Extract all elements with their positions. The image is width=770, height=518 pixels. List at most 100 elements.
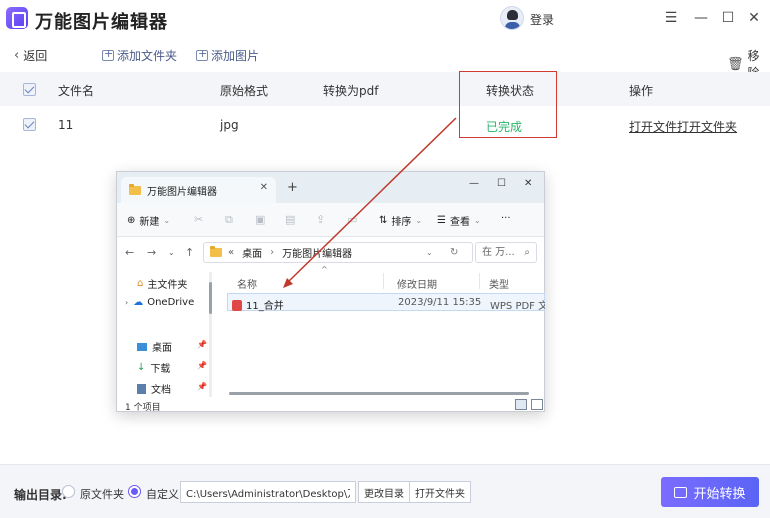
copy-icon[interactable]: ⧉	[225, 213, 233, 227]
file-name-text: 11_合并	[246, 301, 284, 312]
sidebar-label: 文档	[151, 385, 171, 396]
app-logo-icon	[6, 7, 28, 29]
add-folder-label: 添加文件夹	[117, 49, 178, 63]
pin-icon: 📌	[197, 361, 207, 370]
plus-circle-icon: ⊕	[127, 215, 136, 226]
explorer-sidebar: ⌂ 主文件夹 › ☁ OneDrive 桌面 📌 ↓ 下载 📌 文档 📌	[117, 267, 217, 399]
tab-close-icon[interactable]: ✕	[260, 182, 268, 193]
breadcrumb-overflow[interactable]: «	[228, 247, 234, 258]
table-header: 文件名 原始格式 转换为pdf 转换状态 操作	[0, 72, 770, 106]
menu-icon[interactable]: ☰	[662, 9, 680, 27]
add-image-button[interactable]: 添加图片	[196, 47, 259, 64]
sidebar-label: 桌面	[152, 343, 172, 354]
sidebar-item-home[interactable]: ⌂ 主文件夹	[137, 276, 187, 291]
open-output-folder-button[interactable]: 打开文件夹	[409, 481, 471, 503]
toolbar: ‹ 返回 添加文件夹 添加图片 🗑 移除	[0, 38, 770, 80]
open-folder-link[interactable]: 打开文件夹	[677, 118, 737, 135]
sort-label: 排序	[391, 217, 412, 228]
sidebar-item-onedrive[interactable]: › ☁ OneDrive	[125, 297, 194, 308]
paste-icon[interactable]: ▣	[255, 213, 265, 226]
delete-icon[interactable]: ▭	[347, 213, 357, 226]
refresh-icon[interactable]: ↻	[450, 247, 458, 258]
chevron-down-icon: ⌄	[415, 216, 423, 225]
output-dir-label: 输出目录:	[14, 488, 67, 502]
col-separator	[383, 273, 384, 289]
app-title: 万能图片编辑器	[35, 12, 168, 33]
maximize-icon[interactable]: ☐	[719, 9, 737, 27]
explorer-file-list: ^ 名称 修改日期 类型	[225, 265, 545, 399]
sidebar-item-documents[interactable]: 文档	[137, 381, 171, 396]
cut-icon[interactable]: ✂	[194, 213, 203, 226]
new-label: 新建	[139, 217, 160, 228]
file-explorer-window: 万能图片编辑器 ✕ + — ☐ ✕ ⊕ 新建 ⌄ ✂ ⧉ ▣ ▤ ⇪ ▭ ⇅ 排…	[116, 171, 545, 413]
sidebar-item-downloads[interactable]: ↓ 下载	[137, 360, 170, 375]
folder-icon	[210, 246, 222, 257]
col-to-pdf: 转换为pdf	[323, 84, 379, 98]
new-tab-button[interactable]: +	[287, 180, 298, 195]
chevron-down-icon: ⌄	[163, 216, 171, 225]
add-folder-button[interactable]: 添加文件夹	[102, 47, 177, 64]
sidebar-scroll-thumb[interactable]	[209, 282, 212, 314]
col-name[interactable]: 名称	[237, 276, 257, 291]
file-type: WPS PDF 文档	[490, 301, 545, 312]
explorer-status: 1 个项目	[125, 403, 161, 413]
col-date[interactable]: 修改日期	[397, 276, 437, 291]
radio-source-folder[interactable]	[62, 485, 75, 498]
row-checkbox[interactable]	[23, 118, 36, 131]
radio-custom[interactable]	[128, 485, 141, 498]
cloud-icon: ☁	[133, 297, 144, 308]
view-button[interactable]: ☰ 查看 ⌄	[437, 213, 481, 228]
breadcrumb-separator: ›	[270, 247, 275, 258]
more-button[interactable]: ···	[501, 213, 511, 224]
footer-bar: 输出目录: 原文件夹 自定义 更改目录 打开文件夹 开始转换	[0, 464, 770, 518]
details-view-icon[interactable]	[515, 399, 527, 410]
history-chevron-icon[interactable]: ⌄	[168, 248, 175, 257]
search-placeholder: 在 万...	[482, 247, 515, 258]
custom-label[interactable]: 自定义	[146, 486, 179, 502]
new-button[interactable]: ⊕ 新建 ⌄	[127, 213, 170, 228]
horizontal-scrollbar[interactable]	[229, 392, 529, 395]
col-type[interactable]: 类型	[489, 276, 509, 291]
back-arrow-icon[interactable]: ←	[125, 246, 134, 259]
explorer-tab[interactable]: 万能图片编辑器 ✕	[121, 177, 276, 203]
sidebar-label: OneDrive	[147, 297, 195, 308]
row-format: jpg	[220, 118, 239, 132]
sort-button[interactable]: ⇅ 排序 ⌄	[379, 213, 422, 228]
explorer-minimize-icon[interactable]: —	[469, 178, 479, 189]
open-file-link[interactable]: 打开文件	[629, 118, 677, 135]
sidebar-item-desktop[interactable]: 桌面	[137, 339, 172, 354]
view-icon: ☰	[437, 215, 446, 226]
pdf-file-icon	[232, 300, 242, 311]
up-arrow-icon[interactable]: ↑	[185, 246, 194, 259]
view-label: 查看	[449, 217, 470, 228]
file-name[interactable]: 11_合并	[232, 297, 284, 312]
close-icon[interactable]: ✕	[745, 9, 763, 27]
address-path[interactable]: « 桌面 › 万能图片编辑器 ⌄ ↻	[203, 242, 473, 263]
source-folder-label[interactable]: 原文件夹	[80, 486, 124, 502]
home-icon: ⌂	[137, 278, 144, 289]
select-all-checkbox[interactable]	[23, 83, 36, 96]
breadcrumb-desktop[interactable]: 桌面	[242, 245, 262, 260]
user-avatar[interactable]	[500, 6, 524, 30]
login-button[interactable]: 登录	[530, 11, 554, 28]
breadcrumb-folder[interactable]: 万能图片编辑器	[282, 245, 352, 260]
start-convert-button[interactable]: 开始转换	[661, 477, 759, 507]
add-image-label: 添加图片	[211, 49, 260, 63]
chevron-down-icon: ⌄	[473, 216, 481, 225]
explorer-close-icon[interactable]: ✕	[524, 178, 532, 189]
file-date: 2023/9/11 15:35	[398, 297, 482, 308]
minimize-icon[interactable]: —	[692, 9, 710, 27]
tiles-view-icon[interactable]	[531, 399, 543, 410]
path-dropdown-icon[interactable]: ⌄	[426, 248, 433, 257]
search-icon: ⌕	[524, 247, 530, 258]
col-format: 原始格式	[220, 84, 269, 98]
col-separator	[479, 273, 480, 289]
output-path-input[interactable]	[180, 481, 356, 503]
forward-arrow-icon[interactable]: →	[147, 246, 156, 259]
explorer-search[interactable]: 在 万... ⌕	[475, 242, 537, 263]
back-button[interactable]: ‹ 返回	[14, 47, 47, 64]
share-icon[interactable]: ⇪	[316, 213, 325, 226]
explorer-maximize-icon[interactable]: ☐	[497, 178, 506, 189]
rename-icon[interactable]: ▤	[285, 213, 295, 226]
change-dir-button[interactable]: 更改目录	[358, 481, 410, 503]
